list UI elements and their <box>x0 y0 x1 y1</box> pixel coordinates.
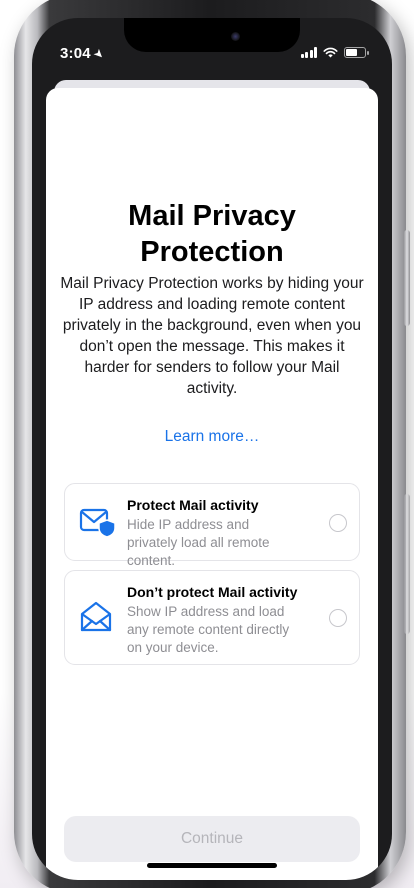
option-title: Protect Mail activity <box>127 497 259 513</box>
battery-icon <box>344 47 369 58</box>
description-text: Mail Privacy Protection works by hiding … <box>60 275 364 397</box>
phone-screen: 3:04➤ Mail Privacy Protection Mail Priva… <box>32 18 392 880</box>
open-envelope-icon <box>80 601 112 632</box>
cellular-signal-icon <box>300 47 317 58</box>
side-button-lower <box>404 494 410 634</box>
radio-button[interactable] <box>329 514 347 532</box>
status-time-text: 3:04 <box>60 45 91 62</box>
option-subtitle: Show IP address and load any remote cont… <box>127 604 290 655</box>
radio-button[interactable] <box>329 609 347 627</box>
option-protect-mail[interactable]: Protect Mail activity Hide IP address an… <box>64 483 360 568</box>
continue-button[interactable]: Continue <box>64 816 360 862</box>
phone-frame: 3:04➤ Mail Privacy Protection Mail Priva… <box>14 0 410 888</box>
location-arrow-icon: ➤ <box>90 45 108 63</box>
status-icons <box>300 47 369 58</box>
front-camera <box>231 32 240 41</box>
learn-more-link[interactable]: Learn more… <box>46 428 378 446</box>
option-dont-protect-mail[interactable]: Don’t protect Mail activity Show IP addr… <box>64 570 360 665</box>
side-button <box>404 230 410 326</box>
option-title: Don’t protect Mail activity <box>127 584 298 600</box>
page-title: Mail Privacy Protection <box>128 200 296 268</box>
privacy-sheet: Mail Privacy Protection Mail Privacy Pro… <box>46 88 378 880</box>
wifi-icon <box>323 47 338 58</box>
option-subtitle: Hide IP address and privately load all r… <box>127 517 270 568</box>
status-bar: 3:04➤ <box>32 18 392 76</box>
notch <box>124 18 300 52</box>
home-indicator[interactable] <box>147 863 277 868</box>
status-time: 3:04➤ <box>60 45 108 63</box>
envelope-shield-icon <box>79 508 116 538</box>
